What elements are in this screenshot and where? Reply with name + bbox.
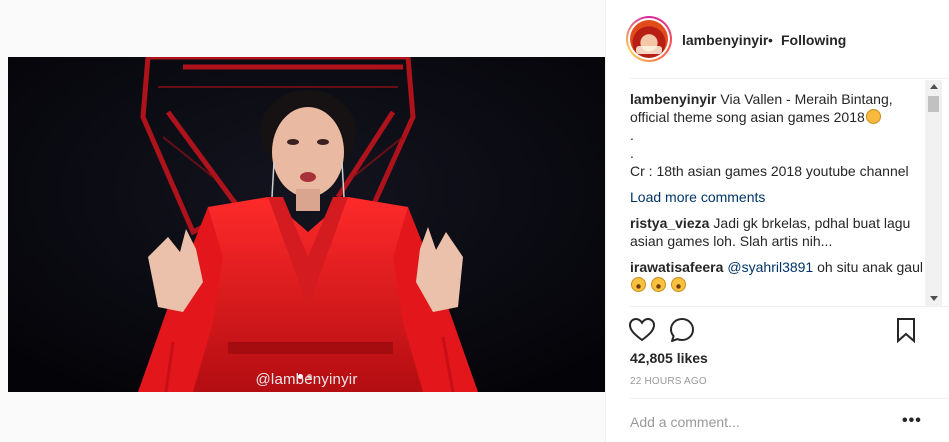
media-bottom-margin (8, 392, 605, 442)
comment-item: ristya_vieza Jadi gk brkelas, pdhal buat … (630, 214, 926, 250)
video-frame (8, 57, 605, 392)
add-comment-input[interactable] (630, 414, 890, 430)
comment-mention[interactable]: @syahril3891 (727, 259, 813, 275)
laughing-emoji-icon (650, 277, 666, 292)
comment-username[interactable]: ristya_vieza (630, 215, 709, 231)
post-details-panel: lambenyinyir • Following lambenyinyir Via… (605, 0, 949, 442)
video-player[interactable]: @lambenyinyir (8, 57, 605, 392)
post-header: lambenyinyir • Following (606, 0, 949, 78)
laughing-emoji-icon (631, 277, 646, 292)
more-options-icon[interactable]: ••• (902, 413, 922, 429)
header-username[interactable]: lambenyinyir (682, 32, 768, 48)
media-pane: @lambenyinyir (8, 0, 605, 442)
comments-scrollbar[interactable] (925, 80, 942, 306)
video-watermark: @lambenyinyir (255, 371, 358, 388)
caption-credit: Cr : 18th asian games 2018 youtube chann… (630, 163, 909, 179)
likes-count[interactable]: 42,805 likes (630, 350, 708, 366)
following-button[interactable]: Following (781, 32, 846, 48)
actions-divider (630, 306, 949, 307)
caption-username[interactable]: lambenyinyir (630, 91, 716, 107)
avatar[interactable] (626, 16, 672, 62)
heart-icon[interactable] (628, 316, 656, 344)
laughing-emoji-icon (670, 277, 686, 292)
scroll-thumb[interactable] (928, 96, 939, 112)
scroll-up-arrow-icon[interactable] (930, 84, 938, 89)
post-caption: lambenyinyir Via Vallen - Meraih Bintang,… (630, 90, 926, 180)
comment-bubble-icon[interactable] (668, 316, 696, 344)
scroll-down-arrow-icon[interactable] (930, 296, 938, 301)
post-timestamp[interactable]: 22 HOURS AGO (630, 376, 707, 387)
bookmark-icon[interactable] (892, 316, 920, 344)
caption-line: . (630, 127, 634, 143)
header-separator: • (768, 32, 773, 48)
media-top-margin (8, 0, 605, 57)
comment-text: oh situ anak gaul (813, 259, 923, 275)
comments-list: lambenyinyir Via Vallen - Meraih Bintang,… (630, 90, 926, 304)
add-comment-divider (630, 398, 949, 399)
comment-username[interactable]: irawatisafeera (630, 259, 723, 275)
avatar-image (630, 20, 668, 58)
header-divider (630, 78, 949, 79)
caption-line: . (630, 145, 634, 161)
clap-emoji-icon (865, 109, 881, 124)
comment-item: irawatisafeera @syahril3891 oh situ anak … (630, 258, 926, 294)
load-more-comments-link[interactable]: Load more comments (630, 188, 926, 206)
